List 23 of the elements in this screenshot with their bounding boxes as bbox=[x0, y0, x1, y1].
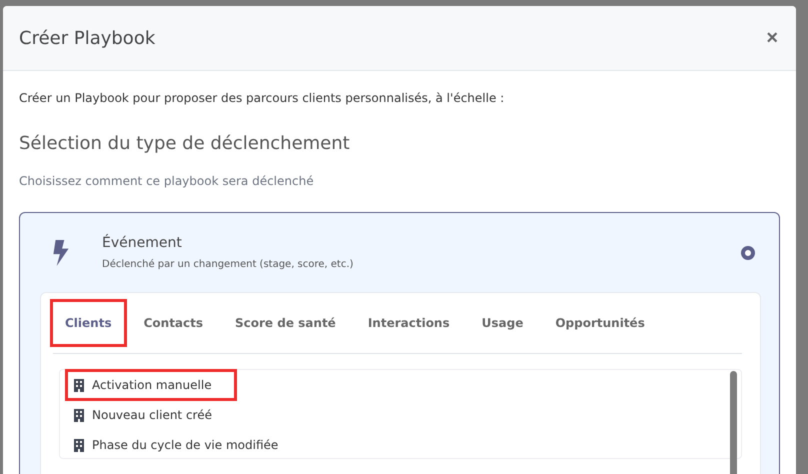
tab[interactable]: Usage bbox=[470, 302, 536, 344]
trigger-option-card[interactable]: Événement Déclenché par un changement (stage, score, etc.) Clients Contacts Score de santé Interactions Usage Opportunités Activation manuelle Nouveau client créé Phase du cycle de vie modifiée bbox=[19, 212, 780, 474]
building-icon bbox=[74, 438, 84, 452]
scrollbar[interactable] bbox=[730, 371, 737, 474]
option-title: Événement bbox=[102, 235, 183, 251]
dialog-title: Créer Playbook bbox=[19, 28, 156, 48]
option-description: Déclenché par un changement (stage, score, etc.) bbox=[102, 259, 354, 270]
intro-text: Créer un Playbook pour proposer des parcours clients personnalisés, à l'échelle : bbox=[19, 91, 506, 105]
section-subtitle: Choisissez comment ce playbook sera déclenché bbox=[19, 174, 315, 188]
tab[interactable]: Score de santé bbox=[223, 302, 348, 344]
close-button[interactable]: × bbox=[762, 26, 782, 50]
building-icon bbox=[74, 408, 84, 422]
tab[interactable]: Interactions bbox=[356, 302, 462, 344]
tab[interactable]: Clients bbox=[53, 302, 124, 344]
lightning-icon bbox=[52, 240, 70, 266]
section-title: Sélection du type de déclenchement bbox=[19, 133, 351, 154]
tab[interactable]: Opportunités bbox=[543, 302, 657, 344]
trigger-item[interactable]: Nouveau client créé bbox=[68, 402, 218, 428]
building-icon bbox=[74, 378, 84, 392]
trigger-item[interactable]: Phase du cycle de vie modifiée bbox=[68, 432, 284, 458]
radio-button[interactable] bbox=[741, 246, 755, 260]
trigger-item[interactable]: Activation manuelle bbox=[68, 372, 234, 398]
tab[interactable]: Contacts bbox=[132, 302, 216, 344]
